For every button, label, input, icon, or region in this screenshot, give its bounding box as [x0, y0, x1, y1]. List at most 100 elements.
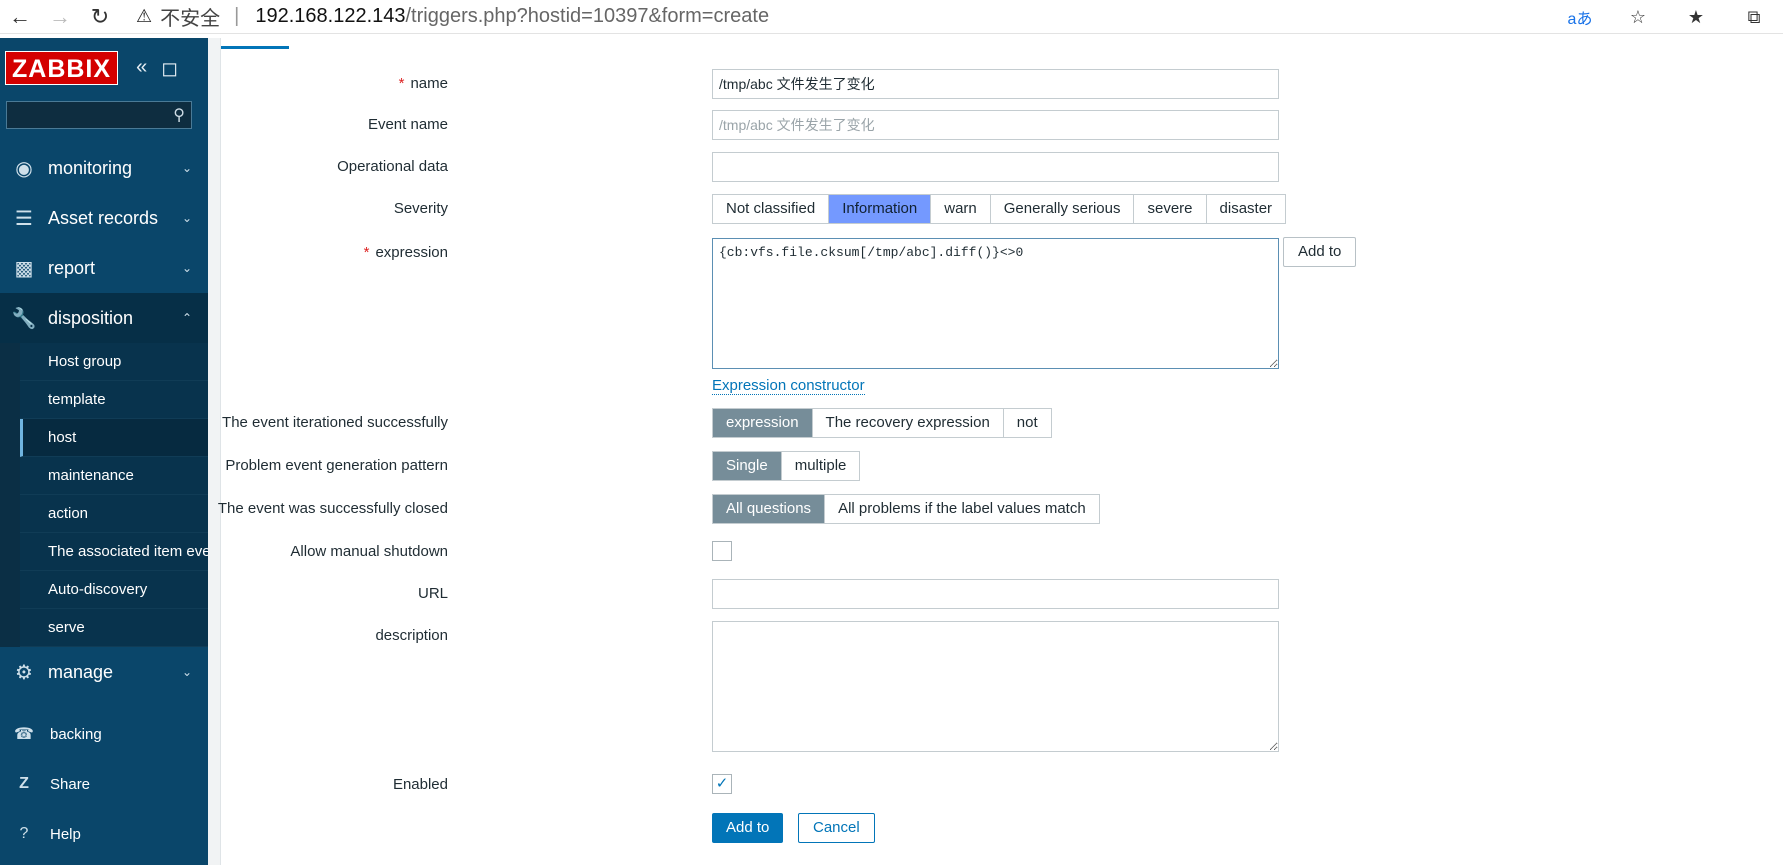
pattern-single-option[interactable]: Single [713, 452, 782, 480]
chevron-up-icon: ⌃ [181, 311, 192, 325]
list-icon: ☰ [15, 207, 33, 230]
menu-label: backing [50, 725, 102, 743]
search-icon[interactable]: ⚲ [173, 105, 185, 125]
chevron-down-icon: ⌄ [181, 211, 192, 225]
expression-add-button[interactable]: Add to [1283, 237, 1357, 267]
gear-icon: ⚙ [15, 661, 33, 684]
menu-label: Asset records [48, 207, 159, 228]
pattern-multiple-option[interactable]: multiple [782, 452, 860, 480]
url-input[interactable] [712, 579, 1279, 609]
expression-textarea[interactable]: {cb:vfs.file.cksum[/tmp/abc].diff()}<>0 [712, 238, 1279, 369]
name-input[interactable] [712, 69, 1279, 99]
close-all-questions-option[interactable]: All questions [713, 495, 826, 523]
forward-icon[interactable]: → [40, 0, 80, 34]
manual-shutdown-checkbox[interactable] [712, 541, 732, 561]
collections-icon[interactable]: ⧉ [1725, 7, 1783, 28]
menu-label: Help [50, 825, 81, 843]
sidebar-search[interactable]: ⚲ [6, 101, 192, 129]
menu-label: disposition [48, 307, 134, 328]
zabbix-logo[interactable]: ZABBIX [5, 51, 119, 85]
menu-backing[interactable]: ☎ backing [0, 709, 208, 759]
url-path: /triggers.php?hostid=10397&form=create [405, 5, 770, 27]
read-aloud-icon[interactable]: aあ [1551, 5, 1609, 29]
trigger-form-panel: * name Event name Operational data Severi… [217, 38, 1783, 865]
back-icon[interactable]: ← [0, 0, 40, 34]
event-name-label: Event name [367, 116, 448, 133]
pattern-label: Problem event generation pattern [225, 457, 448, 474]
menu-asset-records[interactable]: ☰ Asset records ⌄ [0, 193, 208, 243]
menu-label: monitoring [48, 157, 133, 178]
warning-icon: ⚠ [136, 6, 153, 26]
enabled-label: Enabled [392, 776, 448, 793]
sidebar-bottom: ☎ backing Z Share ? Help [0, 709, 208, 859]
favorites-icon[interactable]: ★ [1667, 7, 1725, 28]
submenu-serve[interactable]: serve [20, 609, 208, 647]
menu-manage[interactable]: ⚙ manage ⌄ [0, 647, 208, 697]
closed-label: The event was successfully closed [217, 500, 448, 517]
headset-icon: ☎ [14, 726, 34, 743]
chevron-down-icon: ⌄ [181, 665, 192, 679]
chevron-down-icon: ⌄ [181, 261, 192, 275]
active-tab-indicator [221, 46, 289, 49]
recovery-expression-option[interactable]: expression [713, 409, 813, 437]
address-separator: | [234, 5, 240, 27]
expression-label: * expression [364, 244, 448, 261]
submenu-auto-discovery[interactable]: Auto-discovery [20, 571, 208, 609]
submit-add-button[interactable]: Add to [712, 813, 784, 843]
submenu-host[interactable]: host [20, 419, 208, 457]
menu-share[interactable]: Z Share [0, 759, 208, 809]
severity-selector: Not classified Information warn Generall… [712, 194, 1287, 224]
description-label: description [375, 627, 448, 644]
help-icon: ? [19, 825, 29, 842]
severity-label: Severity [393, 200, 448, 217]
recovery-mode-selector: expression The recovery expression not [712, 408, 1052, 438]
url-label: URL [417, 585, 448, 602]
address-bar[interactable]: ⚠ 不安全 | 192.168.122.143 /triggers.php?ho… [136, 0, 769, 34]
submenu-host-group[interactable]: Host group [20, 343, 208, 381]
bar-chart-icon: ▩ [14, 257, 34, 280]
severity-disaster[interactable]: disaster [1207, 195, 1286, 223]
severity-warn[interactable]: warn [931, 195, 991, 223]
kiosk-mode-icon[interactable]: ◻ [161, 56, 178, 81]
share-icon: Z [19, 775, 29, 792]
checkmark-icon: ✓ [715, 775, 729, 792]
menu-label: Share [50, 775, 91, 793]
wrench-icon: 🔧 [11, 307, 37, 330]
required-asterisk: * [398, 75, 405, 92]
browser-actions: aあ ☆ ★ ⧉ [1551, 0, 1783, 34]
recovery-recovery-expression-option[interactable]: The recovery expression [813, 409, 1004, 437]
description-textarea[interactable] [712, 621, 1279, 752]
add-favorite-icon[interactable]: ☆ [1609, 7, 1667, 28]
collapse-sidebar-icon[interactable]: « [136, 56, 147, 81]
submenu-action[interactable]: action [20, 495, 208, 533]
severity-severe[interactable]: severe [1134, 195, 1207, 223]
submenu-maintenance[interactable]: maintenance [20, 457, 208, 495]
event-name-input[interactable] [712, 110, 1279, 140]
menu-monitoring[interactable]: ◉ monitoring ⌄ [0, 143, 208, 193]
enabled-checkbox[interactable]: ✓ [712, 774, 732, 794]
severity-not-classified[interactable]: Not classified [713, 195, 830, 223]
main-menu: ◉ monitoring ⌄ ☰ Asset records ⌄ ▩ repor… [0, 143, 208, 697]
operational-data-input[interactable] [712, 152, 1279, 182]
sidebar: ZABBIX « ◻ ⚲ ◉ monitoring ⌄ ☰ Asset reco… [0, 38, 208, 865]
menu-label: report [48, 257, 96, 278]
menu-report[interactable]: ▩ report ⌄ [0, 243, 208, 293]
recovery-none-option[interactable]: not [1004, 409, 1051, 437]
reload-icon[interactable]: ↻ [80, 0, 120, 34]
submenu-template[interactable]: template [20, 381, 208, 419]
browser-toolbar: ← → ↻ ⚠ 不安全 | 192.168.122.143 /triggers.… [0, 0, 1783, 34]
name-label-text: name [410, 75, 448, 92]
menu-disposition[interactable]: 🔧 disposition ⌃ [0, 293, 208, 343]
disposition-submenu: Host group template host maintenance act… [0, 343, 208, 647]
submenu-associated-item-event[interactable]: The associated item event [20, 533, 208, 571]
severity-generally-serious[interactable]: Generally serious [991, 195, 1135, 223]
expression-constructor-link[interactable]: Expression constructor [712, 377, 865, 395]
sidebar-tools: « ◻ [136, 56, 178, 81]
iterationed-label: The event iterationed successfully [222, 414, 448, 431]
expression-label-text: expression [375, 244, 448, 261]
cancel-button[interactable]: Cancel [798, 813, 875, 843]
menu-help[interactable]: ? Help [0, 809, 208, 859]
close-label-match-option[interactable]: All problems if the label values match [825, 495, 1099, 523]
severity-information[interactable]: Information [829, 195, 932, 223]
close-mode-selector: All questions All problems if the label … [712, 494, 1100, 524]
